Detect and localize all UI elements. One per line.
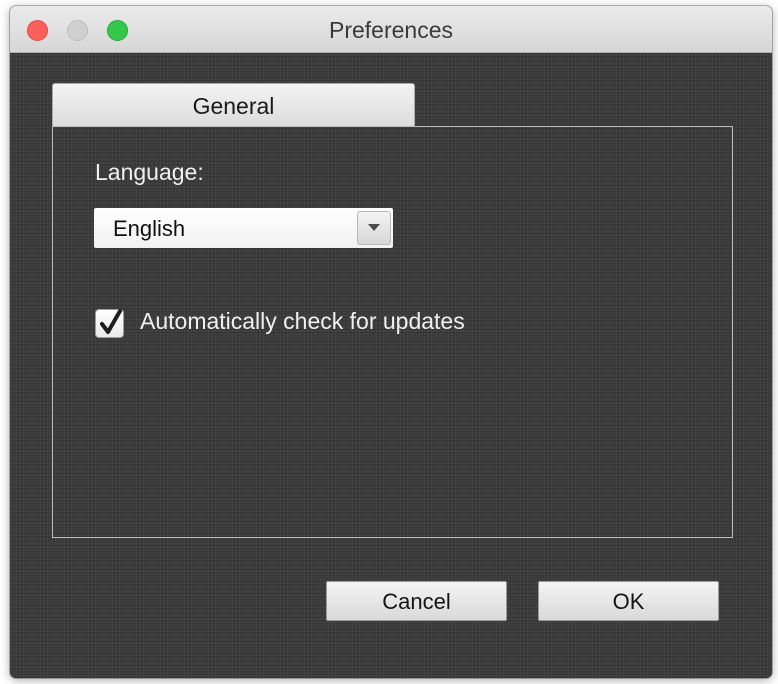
- language-select-value: English: [113, 216, 186, 241]
- language-select[interactable]: English: [94, 208, 393, 248]
- auto-update-label[interactable]: Automatically check for updates: [140, 308, 465, 335]
- window-title: Preferences: [328, 17, 453, 43]
- preferences-content: General Language: English Automatically …: [10, 53, 772, 678]
- auto-update-checkbox[interactable]: [95, 309, 124, 338]
- title-bar[interactable]: Preferences: [10, 6, 772, 53]
- tab-general[interactable]: General: [52, 83, 415, 126]
- chevron-down-icon: [368, 224, 380, 231]
- preferences-window: Preferences General Language: English Au…: [10, 6, 772, 678]
- cancel-button[interactable]: Cancel: [326, 581, 507, 621]
- ok-button[interactable]: OK: [538, 581, 719, 621]
- language-label: Language:: [95, 159, 204, 185]
- language-dropdown-button[interactable]: [357, 211, 391, 245]
- checkmark-icon: [100, 309, 122, 334]
